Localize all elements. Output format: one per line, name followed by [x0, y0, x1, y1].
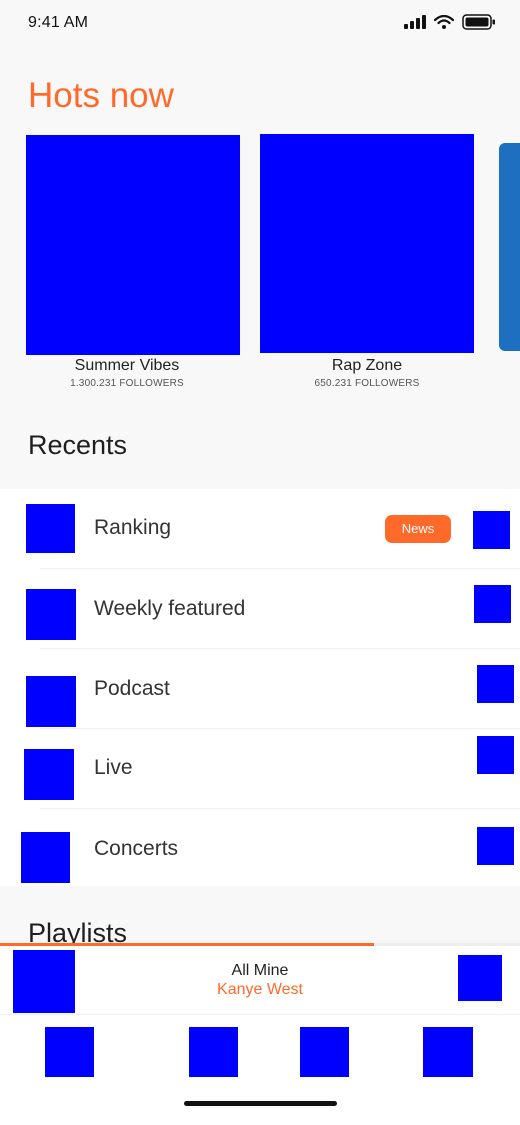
chevron-right-icon [473, 511, 510, 549]
wifi-icon [434, 15, 454, 29]
status-time: 9:41 AM [28, 14, 89, 31]
battery-icon [462, 14, 496, 30]
tab-bar [0, 1015, 520, 1125]
list-item-label: Weekly featured [94, 597, 246, 620]
play-pause-button[interactable] [458, 955, 502, 1001]
chevron-right-icon [477, 665, 514, 703]
signal-icon [404, 15, 426, 29]
playback-progress-bar[interactable] [0, 943, 520, 946]
list-item-weekly-featured[interactable]: Weekly featured [0, 569, 520, 649]
hot-card-next-peek[interactable] [499, 143, 520, 351]
concerts-icon [21, 832, 70, 883]
home-indicator [184, 1101, 337, 1106]
hots-now-title: Hots now [28, 76, 174, 115]
tab-library-icon[interactable] [423, 1027, 473, 1077]
news-badge: News [385, 515, 451, 543]
hot-card-summer-vibes[interactable] [26, 135, 240, 355]
hot-card-cover [260, 134, 474, 353]
tab-browse-icon[interactable] [189, 1027, 238, 1077]
weekly-featured-icon [26, 589, 76, 640]
list-item-live[interactable]: Live [0, 729, 520, 809]
podcast-icon [26, 676, 76, 727]
chevron-right-icon [474, 585, 511, 623]
hot-card-name: Summer Vibes [74, 357, 180, 374]
hot-card-rap-zone[interactable] [260, 134, 474, 353]
hot-card-name: Rap Zone [331, 357, 403, 374]
list-item-label: Ranking [94, 516, 172, 539]
now-playing-artist: Kanye West [217, 981, 303, 998]
playback-progress-fill [0, 943, 375, 946]
list-item-label: Concerts [94, 837, 179, 860]
status-bar: 9:41 AM [0, 0, 520, 46]
list-item-label: Live [94, 756, 133, 779]
ranking-icon [26, 504, 75, 553]
tab-home-icon[interactable] [45, 1027, 94, 1077]
tab-search-icon[interactable] [300, 1027, 349, 1077]
now-playing-title: All Mine [231, 962, 289, 979]
hot-card-followers: 650.231 FOLLOWERS [314, 378, 420, 389]
hot-card-followers: 1.300.231 FOLLOWERS [70, 378, 184, 389]
list-item-label: Podcast [94, 677, 170, 700]
recents-title: Recents [28, 430, 128, 460]
recents-list: Ranking News Weekly featured Podcast Liv… [0, 489, 520, 886]
list-item-concerts[interactable]: Concerts [0, 809, 520, 889]
list-item-ranking[interactable]: Ranking News [0, 489, 520, 569]
list-item-podcast[interactable]: Podcast [0, 649, 520, 729]
hot-card-cover [26, 135, 240, 355]
chevron-right-icon [477, 736, 514, 774]
mini-player[interactable]: All Mine Kanye West [0, 943, 520, 1015]
app-screen: 9:41 AM Hots now Summer Vibes 1.300.231 … [0, 0, 520, 1125]
status-icons [404, 14, 496, 30]
live-icon [24, 749, 74, 800]
chevron-right-icon [477, 827, 514, 865]
